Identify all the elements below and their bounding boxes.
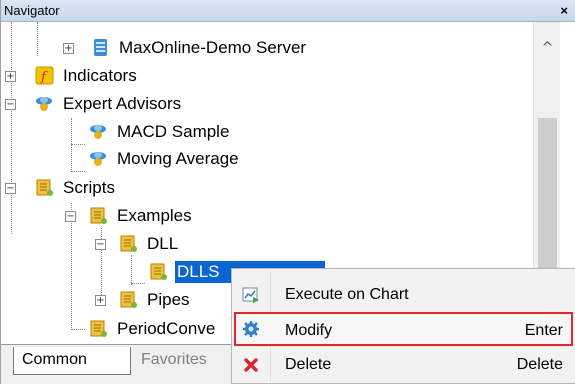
scroll-up-icon[interactable]: ^ (534, 40, 561, 56)
tree-item-indicators[interactable]: f Indicators (35, 62, 139, 89)
collapse-minus-icon[interactable]: − (5, 183, 16, 194)
script-scroll-icon (119, 290, 138, 309)
menu-item-modify[interactable]: Modify Enter (234, 312, 573, 346)
close-icon[interactable]: × (560, 0, 568, 21)
tree-item-macd-sample[interactable]: MACD Sample (89, 118, 231, 145)
expert-advisor-icon (35, 94, 54, 113)
tree-item-moving-average[interactable]: Moving Average (89, 145, 241, 172)
tab-favorites[interactable]: Favorites (133, 347, 231, 375)
execute-chart-icon (242, 286, 260, 304)
server-icon (91, 38, 110, 57)
tree-line (71, 118, 72, 172)
collapse-minus-icon[interactable]: − (95, 239, 106, 250)
script-scroll-icon (89, 319, 108, 338)
tree-item-expert-advisors[interactable]: Expert Advisors (35, 90, 183, 117)
tree-item-period-converter[interactable]: PeriodConve (89, 315, 217, 342)
tree-line (11, 22, 12, 234)
tree-line (71, 203, 72, 330)
tree-item-pipes[interactable]: Pipes (119, 286, 192, 313)
tab-common[interactable]: Common (13, 347, 131, 375)
tree-item-scripts[interactable]: Scripts (35, 174, 117, 201)
tree-line (71, 329, 85, 330)
script-scroll-icon (149, 262, 168, 281)
window-title: Navigator (4, 3, 60, 18)
expand-plus-icon[interactable]: + (95, 295, 106, 306)
collapse-minus-icon[interactable]: − (5, 99, 16, 110)
tree-line (37, 22, 38, 56)
delete-x-icon (242, 356, 260, 374)
expert-advisor-icon (89, 149, 108, 168)
tree-item-server[interactable]: MaxOnline-Demo Server (91, 34, 308, 61)
expand-plus-icon[interactable]: + (5, 71, 16, 82)
script-scroll-icon (35, 178, 54, 197)
expand-plus-icon[interactable]: + (63, 43, 74, 54)
navigator-panel: Navigator × + MaxOnline-Demo Server + f … (0, 0, 575, 384)
script-scroll-icon (119, 234, 138, 253)
expert-advisor-icon (89, 122, 108, 141)
script-scroll-icon (89, 206, 108, 225)
tree-line (71, 144, 85, 145)
context-menu: Execute on Chart Modify Enter Delete Del… (231, 268, 575, 384)
gear-icon (242, 320, 260, 338)
tree-line (131, 283, 145, 284)
menu-item-execute-on-chart[interactable]: Execute on Chart (234, 278, 573, 312)
menu-item-delete[interactable]: Delete Delete (234, 348, 573, 382)
collapse-minus-icon[interactable]: − (65, 211, 76, 222)
function-icon: f (35, 66, 54, 85)
tree-item-dll[interactable]: DLL (119, 230, 180, 257)
tree-line (131, 255, 132, 285)
tree-item-examples[interactable]: Examples (89, 202, 194, 229)
tree-line (71, 171, 85, 172)
navigator-titlebar: Navigator × (1, 0, 575, 22)
